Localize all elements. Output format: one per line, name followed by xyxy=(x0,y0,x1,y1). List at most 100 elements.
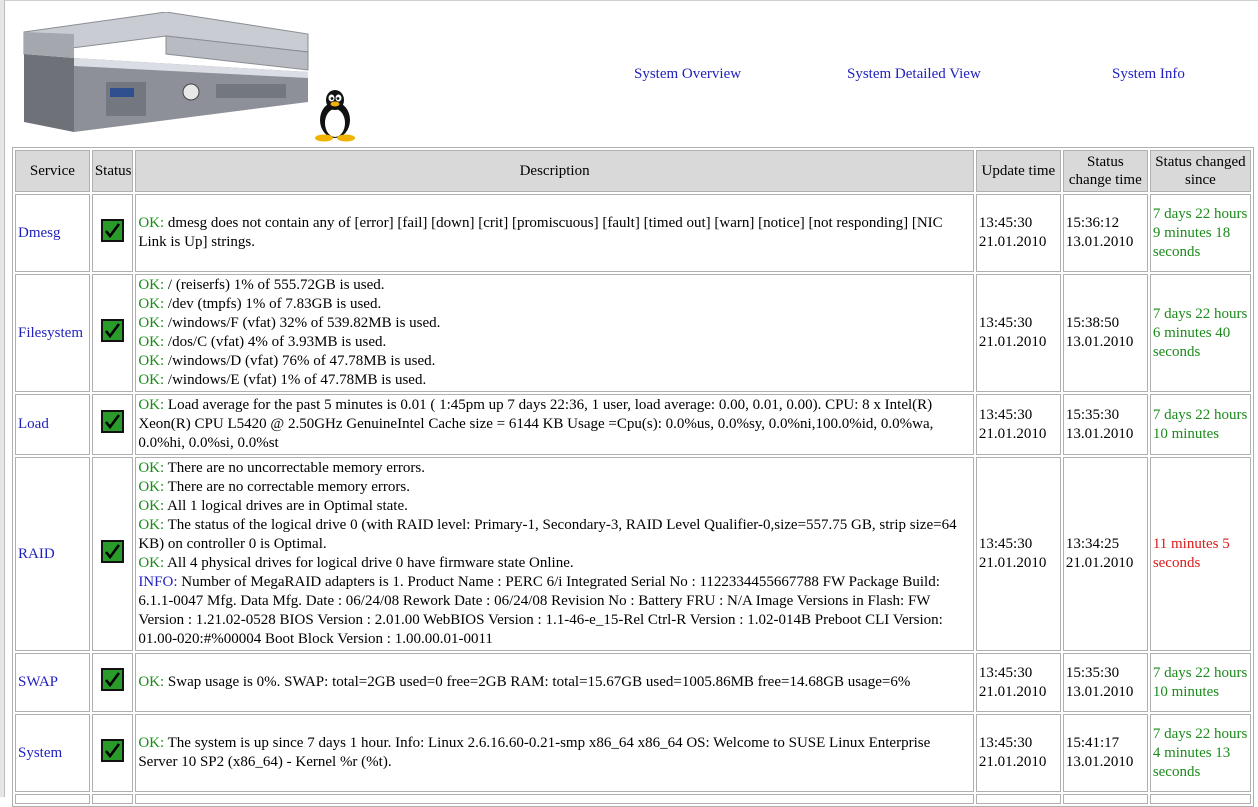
change-date: 13.01.2010 xyxy=(1065,425,1134,442)
nav-system-info[interactable]: System Info xyxy=(1112,66,1185,83)
update-time: 13:45:30 xyxy=(978,536,1033,552)
change-time: 13:34:25 xyxy=(1065,536,1120,552)
header-status-changed-since: Status changed since xyxy=(1149,150,1251,192)
header-update-time: Update time xyxy=(975,150,1061,192)
change-time: 15:35:30 xyxy=(1065,664,1120,681)
status-changed-since-cell: 7 days 22 hours 6 minutes 40 seconds xyxy=(1149,274,1251,392)
description-text: /windows/F (vfat) 32% of 539.82MB is use… xyxy=(164,315,441,331)
status-changed-since: 7 days 22 hours 4 minutes 13 seconds xyxy=(1152,725,1248,780)
change-date: 13.01.2010 xyxy=(1065,683,1134,700)
table-row: Load OK: Load average for the past 5 minu… xyxy=(15,394,1251,455)
change-time-cell: 15:41:17 13.01.2010 xyxy=(1062,714,1148,792)
ok-check-icon xyxy=(101,318,125,342)
status-level-label: OK: xyxy=(138,498,165,514)
description-text: All 4 physical drives for logical drive … xyxy=(164,555,574,571)
description-cell: OK: Swap usage is 0%. SWAP: total=2GB us… xyxy=(135,653,974,712)
description-text: The status of the logical drive 0 (with … xyxy=(138,517,957,552)
description-text: /dos/C (vfat) 4% of 3.93MB is used. xyxy=(164,334,387,350)
description-line: OK: /windows/D (vfat) 76% of 47.78MB is … xyxy=(138,352,971,371)
change-time: 15:38:50 xyxy=(1065,315,1120,331)
table-header-row: Service Status Description Update time S… xyxy=(15,150,1251,192)
description-line: OK: Swap usage is 0%. SWAP: total=2GB us… xyxy=(138,673,971,692)
update-time-cell: 13:45:30 21.01.2010 xyxy=(975,274,1061,392)
status-changed-since-cell: 7 days 22 hours 10 minutes xyxy=(1149,653,1251,712)
status-changed-since: 11 minutes 5 seconds xyxy=(1152,536,1230,571)
header-status-change-time: Status change time xyxy=(1062,150,1148,192)
status-level-label: OK: xyxy=(138,735,165,751)
description-cell: OK: Load average for the past 5 minutes … xyxy=(135,394,974,455)
description-text: / (reiserfs) 1% of 555.72GB is used. xyxy=(164,277,385,293)
ok-check-icon xyxy=(101,539,125,563)
description-line: OK: dmesg does not contain any of [error… xyxy=(138,214,971,252)
status-level-label: OK: xyxy=(138,315,165,331)
description-line: OK: All 4 physical drives for logical dr… xyxy=(138,554,971,573)
status-changed-since-cell: 7 days 22 hours 9 minutes 18 seconds xyxy=(1149,194,1251,272)
description-line: OK: The status of the logical drive 0 (w… xyxy=(138,516,971,554)
status-cell xyxy=(91,457,134,651)
description-cell: OK: The system is up since 7 days 1 hour… xyxy=(135,714,974,792)
status-cell xyxy=(91,274,134,392)
description-text: dmesg does not contain any of [error] [f… xyxy=(138,215,943,250)
description-line: OK: /dev (tmpfs) 1% of 7.83GB is used. xyxy=(138,295,971,314)
service-link[interactable]: Dmesg xyxy=(18,225,61,241)
service-cell: Dmesg xyxy=(15,194,90,272)
table-row: RAID OK: There are no uncorrectable memor… xyxy=(15,457,1251,651)
header-service: Service xyxy=(15,150,90,192)
service-link[interactable]: System xyxy=(18,745,62,761)
change-time-cell: 13:34:25 21.01.2010 xyxy=(1062,457,1148,651)
service-link[interactable]: Filesystem xyxy=(18,325,83,341)
description-cell: OK: There are no uncorrectable memory er… xyxy=(135,457,974,651)
ok-check-icon xyxy=(101,738,125,762)
table-row: System OK: The system is up since 7 days … xyxy=(15,714,1251,792)
change-time: 15:36:12 xyxy=(1065,215,1120,231)
status-level-label: OK: xyxy=(138,674,165,690)
status-level-label: INFO: xyxy=(138,574,178,590)
update-time: 13:45:30 xyxy=(978,406,1033,423)
status-level-label: OK: xyxy=(138,296,165,312)
update-date: 21.01.2010 xyxy=(978,334,1047,350)
change-time-cell: 15:38:50 13.01.2010 xyxy=(1062,274,1148,392)
update-date: 21.01.2010 xyxy=(978,425,1047,442)
status-changed-since-cell: 11 minutes 5 seconds xyxy=(1149,457,1251,651)
service-cell: Filesystem xyxy=(15,274,90,392)
service-cell: Load xyxy=(15,394,90,455)
description-line: OK: There are no uncorrectable memory er… xyxy=(138,459,971,478)
status-cell xyxy=(91,194,134,272)
status-changed-since-cell: 7 days 22 hours 10 minutes xyxy=(1149,394,1251,455)
status-level-label: OK: xyxy=(138,460,165,476)
service-link[interactable]: Load xyxy=(18,416,49,432)
description-text: Swap usage is 0%. SWAP: total=2GB used=0… xyxy=(164,674,911,690)
update-time-cell: 13:45:30 21.01.2010 xyxy=(975,194,1061,272)
description-text: All 1 logical drives are in Optimal stat… xyxy=(164,498,408,514)
description-text: The system is up since 7 days 1 hour. In… xyxy=(138,735,931,770)
update-date: 21.01.2010 xyxy=(978,683,1047,700)
service-link[interactable]: RAID xyxy=(18,546,55,562)
description-line: INFO: Number of MegaRAID adapters is 1. … xyxy=(138,573,971,649)
description-line: OK: There are no correctable memory erro… xyxy=(138,478,971,497)
update-time-cell: 13:45:30 21.01.2010 xyxy=(975,457,1061,651)
status-changed-since: 7 days 22 hours 10 minutes xyxy=(1152,664,1248,700)
status-cell xyxy=(91,714,134,792)
status-level-label: OK: xyxy=(138,277,165,293)
ok-check-icon xyxy=(101,218,125,242)
update-time-cell: 13:45:30 21.01.2010 xyxy=(975,714,1061,792)
service-cell: RAID xyxy=(15,457,90,651)
description-text: There are no uncorrectable memory errors… xyxy=(164,460,426,476)
change-date: 21.01.2010 xyxy=(1065,555,1134,571)
nav-system-overview[interactable]: System Overview xyxy=(634,66,741,83)
description-text: /dev (tmpfs) 1% of 7.83GB is used. xyxy=(164,296,382,312)
status-level-label: OK: xyxy=(138,397,165,413)
update-time: 13:45:30 xyxy=(978,215,1033,231)
update-time: 13:45:30 xyxy=(978,735,1033,751)
nav-system-detailed-view[interactable]: System Detailed View xyxy=(847,66,981,83)
description-cell: OK: / (reiserfs) 1% of 555.72GB is used.… xyxy=(135,274,974,392)
page-header: System Overview System Detailed View Sys… xyxy=(0,0,1258,146)
update-time: 13:45:30 xyxy=(978,664,1033,681)
status-level-label: OK: xyxy=(138,372,165,388)
service-link[interactable]: SWAP xyxy=(18,674,58,690)
update-time-cell: 13:45:30 21.01.2010 xyxy=(975,653,1061,712)
status-cell xyxy=(91,653,134,712)
change-time: 15:41:17 xyxy=(1065,735,1120,751)
description-cell: OK: dmesg does not contain any of [error… xyxy=(135,194,974,272)
service-cell: SWAP xyxy=(15,653,90,712)
